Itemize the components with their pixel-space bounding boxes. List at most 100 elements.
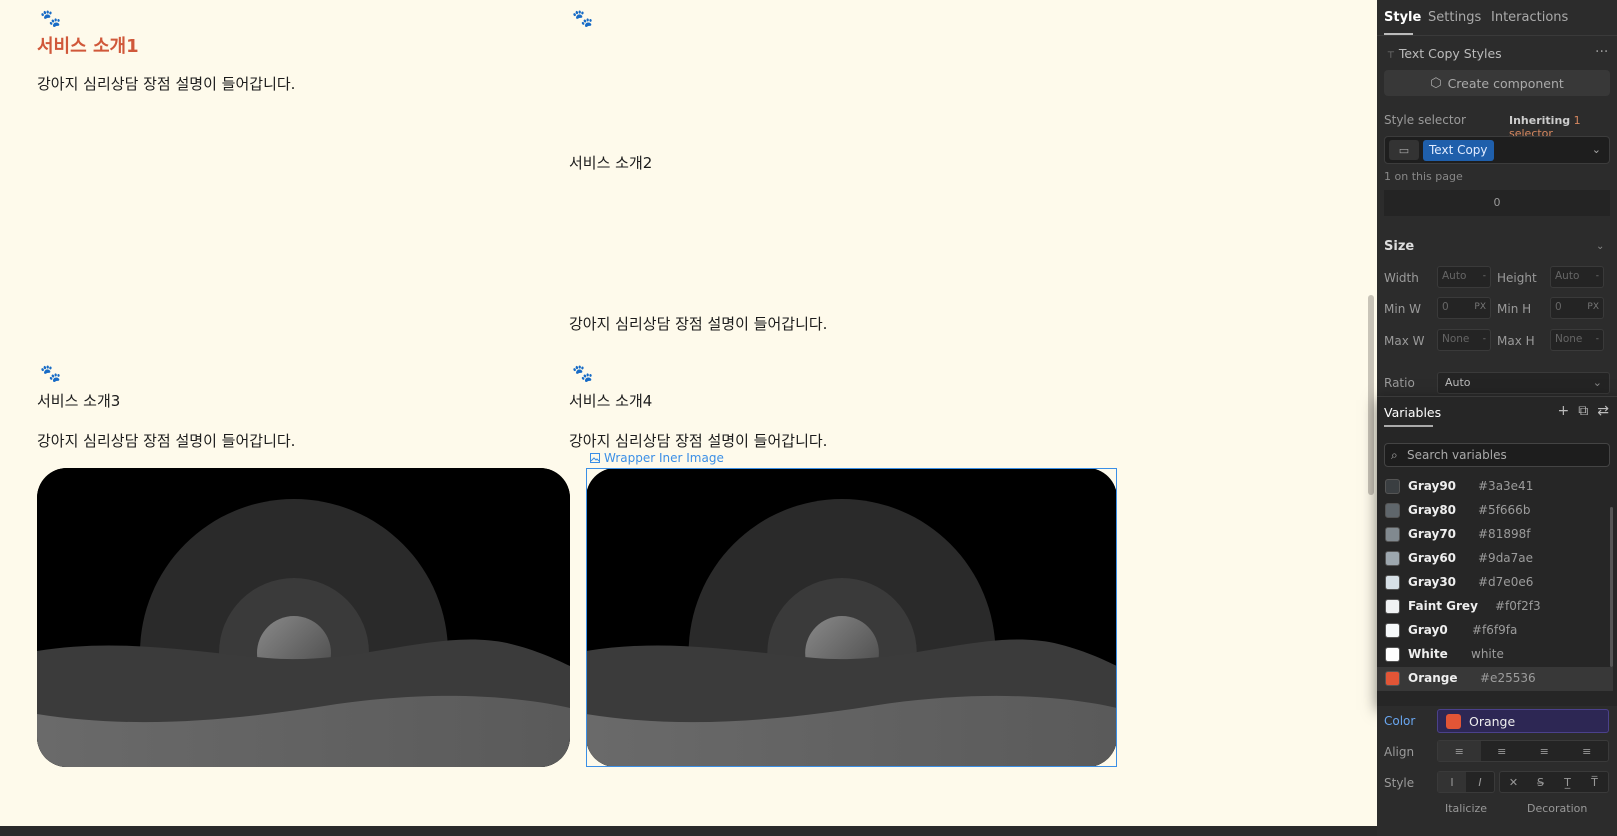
variables-tab-underline bbox=[1384, 425, 1433, 427]
card2-title[interactable]: 서비스 소개2 bbox=[569, 152, 652, 173]
variable-row[interactable]: Faint Grey #f0f2f3 bbox=[1377, 595, 1613, 619]
color-label: Color bbox=[1384, 714, 1416, 728]
align-justify-icon[interactable]: ≡ bbox=[1566, 741, 1609, 761]
variable-name: Gray0 bbox=[1408, 623, 1448, 637]
spacing-value[interactable]: 0 bbox=[1384, 190, 1610, 216]
variable-row[interactable]: Gray0 #f6f9fa bbox=[1377, 619, 1613, 643]
align-segmented: ≡ ≡ ≡ ≡ bbox=[1437, 740, 1609, 762]
min-height-unit[interactable]: PX bbox=[1587, 302, 1599, 312]
italic-icon[interactable]: I bbox=[1466, 772, 1494, 792]
bottom-bar bbox=[0, 826, 1377, 836]
color-swatch bbox=[1385, 479, 1400, 494]
min-height-value: 0 bbox=[1555, 301, 1562, 313]
max-height-unit[interactable]: - bbox=[1596, 334, 1599, 344]
variable-name: Gray90 bbox=[1408, 479, 1457, 493]
variable-value: #f6f9fa bbox=[1472, 623, 1518, 637]
selector-chip[interactable]: Text Copy bbox=[1423, 140, 1494, 161]
min-width-field[interactable]: 0 PX bbox=[1437, 297, 1491, 319]
tab-settings[interactable]: Settings bbox=[1428, 10, 1481, 25]
max-width-value: None bbox=[1442, 333, 1470, 345]
align-center-icon[interactable]: ≡ bbox=[1481, 741, 1524, 761]
height-unit[interactable]: - bbox=[1596, 271, 1599, 281]
variable-row[interactable]: White white bbox=[1377, 643, 1613, 667]
max-width-unit[interactable]: - bbox=[1483, 334, 1486, 344]
align-right-icon[interactable]: ≡ bbox=[1523, 741, 1566, 761]
variable-row[interactable]: Gray60 #9da7ae bbox=[1377, 547, 1613, 571]
ratio-select[interactable]: Auto ⌄ bbox=[1437, 372, 1610, 394]
card1-desc[interactable]: 강아지 심리상담 장점 설명이 들어갑니다. bbox=[37, 73, 295, 94]
variable-row[interactable]: Gray30 #d7e0e6 bbox=[1377, 571, 1613, 595]
variable-row[interactable]: Gray80 #5f666b bbox=[1377, 499, 1613, 523]
color-swatch[interactable] bbox=[1446, 714, 1461, 729]
align-left-icon[interactable]: ≡ bbox=[1438, 741, 1481, 761]
variable-row[interactable]: Orange #e25536 bbox=[1377, 667, 1613, 691]
chevron-down-icon[interactable]: ⌄ bbox=[1596, 241, 1604, 252]
variable-value: #81898f bbox=[1478, 527, 1531, 541]
create-component-label: Create component bbox=[1447, 75, 1564, 91]
canvas-scrollbar[interactable] bbox=[1368, 295, 1374, 495]
placeholder-image-selected[interactable] bbox=[586, 468, 1117, 767]
selector-field[interactable]: ▭ Text Copy ⌄ bbox=[1384, 136, 1610, 164]
no-decoration-icon[interactable]: ✕ bbox=[1500, 772, 1527, 792]
height-label: Height bbox=[1497, 271, 1537, 285]
width-unit[interactable]: - bbox=[1483, 271, 1486, 281]
color-field[interactable]: Orange bbox=[1437, 709, 1609, 733]
max-width-field[interactable]: None - bbox=[1437, 329, 1491, 351]
variables-popup: Variables + ⧉ ⇄ ⌕ Search variables Gray9… bbox=[1377, 396, 1617, 706]
text-copy-styles[interactable]: ⊤ Text Copy Styles bbox=[1387, 46, 1502, 61]
variable-name: Gray80 bbox=[1408, 503, 1457, 517]
create-component-button[interactable]: ⬡ Create component bbox=[1384, 70, 1610, 96]
paw-icon: 🐾 bbox=[40, 9, 62, 29]
selection-label-text: Wrapper Iner Image bbox=[604, 451, 724, 465]
min-height-field[interactable]: 0 PX bbox=[1550, 297, 1604, 319]
variable-value: #d7e0e6 bbox=[1478, 575, 1534, 589]
card4-title[interactable]: 서비스 소개4 bbox=[569, 390, 652, 411]
swap-icon[interactable]: ⇄ bbox=[1597, 403, 1609, 419]
underline-icon[interactable]: T̲ bbox=[1554, 772, 1581, 792]
tab-interactions[interactable]: Interactions bbox=[1491, 10, 1568, 25]
max-height-field[interactable]: None - bbox=[1550, 329, 1604, 351]
width-field[interactable]: Auto - bbox=[1437, 266, 1491, 288]
color-swatch bbox=[1385, 575, 1400, 590]
variables-title[interactable]: Variables bbox=[1384, 405, 1441, 420]
height-field[interactable]: Auto - bbox=[1550, 266, 1604, 288]
paw-icon: 🐾 bbox=[40, 364, 62, 384]
design-canvas[interactable]: 🐾 서비스 소개1 강아지 심리상담 장점 설명이 들어갑니다. 🐾 서비스 소… bbox=[0, 0, 1377, 836]
min-width-unit[interactable]: PX bbox=[1474, 302, 1486, 312]
variable-value: #9da7ae bbox=[1478, 551, 1534, 565]
max-width-label: Max W bbox=[1384, 334, 1425, 348]
size-heading[interactable]: Size bbox=[1384, 239, 1414, 254]
on-this-page-count: 1 on this page bbox=[1384, 170, 1463, 183]
variable-row[interactable]: Gray90 #3a3e41 bbox=[1377, 475, 1613, 499]
overline-icon[interactable]: T̅ bbox=[1581, 772, 1608, 792]
style-label: Style bbox=[1384, 776, 1415, 790]
ratio-label: Ratio bbox=[1384, 376, 1415, 390]
variables-scrollbar[interactable] bbox=[1610, 507, 1613, 667]
cube-icon: ⬡ bbox=[1430, 75, 1442, 91]
regular-icon[interactable]: I bbox=[1438, 772, 1466, 792]
paw-icon: 🐾 bbox=[572, 9, 594, 29]
strikethrough-icon[interactable]: S̶ bbox=[1527, 772, 1554, 792]
search-variables-input[interactable]: ⌕ Search variables bbox=[1384, 443, 1610, 467]
chevron-icon: ⊤ bbox=[1387, 51, 1395, 61]
italicize-caption: Italicize bbox=[1445, 802, 1488, 815]
open-panel-icon[interactable]: ⧉ bbox=[1578, 403, 1588, 419]
color-swatch bbox=[1385, 551, 1400, 566]
variable-name: Faint Grey bbox=[1408, 599, 1478, 613]
variable-name: Gray70 bbox=[1408, 527, 1457, 541]
chevron-down-icon[interactable]: ⌄ bbox=[1592, 143, 1601, 156]
tab-style[interactable]: Style bbox=[1384, 10, 1421, 25]
panel-tabs: Style Settings Interactions bbox=[1377, 0, 1617, 36]
variable-row[interactable]: Gray70 #81898f bbox=[1377, 523, 1613, 547]
placeholder-image[interactable] bbox=[37, 468, 570, 767]
card3-title[interactable]: 서비스 소개3 bbox=[37, 390, 120, 411]
card3-desc[interactable]: 강아지 심리상담 장점 설명이 들어갑니다. bbox=[37, 430, 295, 451]
card4-desc[interactable]: 강아지 심리상담 장점 설명이 들어갑니다. bbox=[569, 430, 827, 451]
italic-segmented: I I bbox=[1437, 771, 1495, 793]
card2-desc[interactable]: 강아지 심리상담 장점 설명이 들어갑니다. bbox=[569, 313, 827, 334]
plus-icon[interactable]: + bbox=[1558, 403, 1570, 419]
more-options-icon[interactable]: ··· bbox=[1595, 44, 1608, 60]
card1-title[interactable]: 서비스 소개1 bbox=[37, 32, 139, 58]
search-placeholder: Search variables bbox=[1407, 448, 1507, 462]
selector-element-icon[interactable]: ▭ bbox=[1389, 140, 1419, 160]
